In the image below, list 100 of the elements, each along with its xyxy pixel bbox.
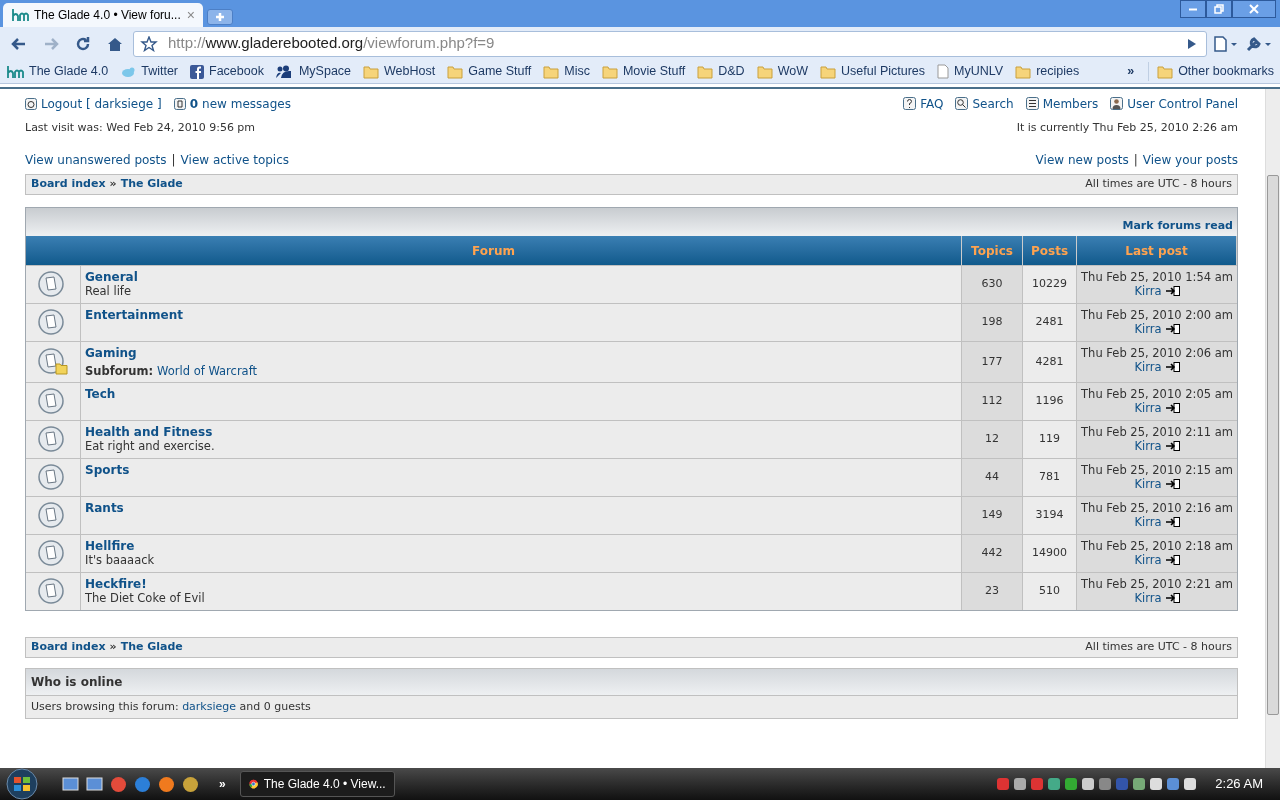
- tray-icon[interactable]: [1064, 777, 1079, 791]
- nav-link[interactable]: User Control Panel: [1110, 94, 1238, 113]
- table-cell: 44: [962, 458, 1023, 496]
- breadcrumb-link[interactable]: Board index: [31, 176, 106, 193]
- last-post-date: Thu Feb 25, 2010 2:18 am: [1081, 539, 1233, 553]
- breadcrumb-link[interactable]: The Glade: [120, 176, 183, 193]
- tray-icon[interactable]: [1166, 777, 1181, 791]
- breadcrumb-link[interactable]: The Glade: [120, 639, 183, 656]
- last-post-icon[interactable]: [1165, 324, 1180, 334]
- user-link[interactable]: Kirra: [1134, 322, 1162, 336]
- forum-link[interactable]: General: [85, 270, 138, 284]
- table-cell: 119: [1023, 420, 1077, 458]
- quick-link[interactable]: View your posts: [1142, 151, 1238, 169]
- user-link[interactable]: Kirra: [1134, 477, 1162, 491]
- user-link[interactable]: Kirra: [1134, 284, 1162, 298]
- breadcrumb-separator: »: [109, 639, 117, 656]
- breadcrumb-separator: »: [109, 176, 117, 193]
- browser-tab[interactable]: The Glade 4.0 • View foru... ×: [3, 3, 203, 27]
- facebook-icon: [190, 64, 205, 79]
- messages-link[interactable]: 0 new messages: [173, 94, 291, 113]
- quick-link[interactable]: View new posts: [1035, 151, 1129, 169]
- other-bookmarks[interactable]: Other bookmarks: [1148, 62, 1274, 81]
- last-post-icon[interactable]: [1165, 286, 1180, 296]
- last-post-icon[interactable]: [1165, 403, 1180, 413]
- quick-launch-icon[interactable]: [86, 775, 103, 793]
- tray-icon[interactable]: [1149, 777, 1164, 791]
- nav-link[interactable]: Search: [955, 94, 1014, 113]
- breadcrumb-link[interactable]: Board index: [31, 639, 106, 656]
- bookmark[interactable]: The Glade 4.0: [6, 62, 109, 81]
- last-post-icon[interactable]: [1165, 555, 1180, 565]
- online-users-text: Users browsing this forum: darksiege and 0 guests: [26, 695, 1237, 718]
- taskbar-window-button[interactable]: The Glade 4.0 • View...: [239, 771, 395, 797]
- user-link[interactable]: Kirra: [1134, 439, 1162, 453]
- user-link[interactable]: Kirra: [1134, 360, 1162, 374]
- bookmark[interactable]: MySpace: [275, 62, 352, 81]
- scrollbar-thumb[interactable]: [1267, 175, 1279, 715]
- logout-link[interactable]: Logout [ darksiege ]: [25, 94, 162, 113]
- bookmark[interactable]: Useful Pictures: [820, 62, 926, 81]
- address-bar[interactable]: http://www.gladerebooted.org/viewforum.php?f=9: [133, 30, 1207, 57]
- forum-description: Real life: [85, 284, 131, 298]
- bookmark[interactable]: D&D: [697, 62, 745, 81]
- new-tab-button[interactable]: [207, 9, 233, 25]
- quick-launch-overflow[interactable]: »: [219, 775, 226, 793]
- quick-launch-icon[interactable]: [110, 775, 127, 793]
- mark-forums-read-link[interactable]: Mark forums read: [1122, 217, 1233, 234]
- forum-link[interactable]: Gaming: [85, 346, 137, 360]
- message-icon: [173, 97, 186, 110]
- minimize-button[interactable]: [1180, 0, 1206, 18]
- restore-button[interactable]: [1206, 0, 1232, 18]
- link-divider: |: [1133, 152, 1138, 169]
- subforum-link[interactable]: World of Warcraft: [157, 364, 257, 378]
- forum-link[interactable]: Sports: [85, 463, 130, 477]
- nav-link[interactable]: FAQ: [903, 94, 944, 113]
- bookmark[interactable]: Facebook: [190, 62, 264, 81]
- forum-link[interactable]: Health and Fitness: [85, 425, 213, 439]
- logo-icon: [11, 8, 29, 22]
- tab-title: The Glade 4.0 • View foru...: [34, 7, 182, 24]
- close-button[interactable]: [1232, 0, 1276, 18]
- forum-link[interactable]: Hellfire: [85, 539, 135, 553]
- last-post-date: Thu Feb 25, 2010 2:05 am: [1081, 387, 1233, 401]
- right-arrow-icon: [43, 35, 59, 52]
- quick-link[interactable]: View active topics: [180, 151, 290, 169]
- bookmark[interactable]: WoW: [756, 62, 808, 81]
- forum-link[interactable]: Heckfire!: [85, 577, 147, 591]
- tray-icon[interactable]: [1183, 777, 1198, 791]
- forum-link[interactable]: Rants: [85, 501, 124, 515]
- last-post-icon[interactable]: [1165, 362, 1180, 372]
- last-post-icon[interactable]: [1165, 517, 1180, 527]
- quick-launch-icon[interactable]: [134, 775, 151, 793]
- quick-launch-icon[interactable]: [158, 775, 175, 793]
- last-post-icon[interactable]: [1165, 593, 1180, 603]
- table-cell: 3194: [1023, 496, 1077, 534]
- tray-icon[interactable]: [1132, 777, 1147, 791]
- bookmark[interactable]: Misc: [543, 62, 590, 81]
- forum-link[interactable]: Entertainment: [85, 308, 183, 322]
- last-post-icon[interactable]: [1165, 479, 1180, 489]
- bookmark[interactable]: MyUNLV: [937, 62, 1004, 81]
- user-link[interactable]: Kirra: [1134, 591, 1162, 605]
- user-link[interactable]: Kirra: [1134, 401, 1162, 415]
- quick-launch-icon[interactable]: [182, 775, 199, 793]
- table-cell: 112: [962, 382, 1023, 420]
- quick-launch-icon[interactable]: [62, 775, 79, 793]
- bookmark[interactable]: recipies: [1015, 62, 1080, 81]
- bookmark[interactable]: Twitter: [120, 62, 179, 81]
- user-link[interactable]: Kirra: [1134, 515, 1162, 529]
- nav-link[interactable]: Members: [1025, 94, 1099, 113]
- last-post-icon[interactable]: [1165, 441, 1180, 451]
- bookmarks-overflow-button[interactable]: »: [1127, 62, 1135, 81]
- bookmark[interactable]: Game Stuff: [447, 62, 532, 81]
- table-cell: 198: [962, 303, 1023, 341]
- forum-link[interactable]: Tech: [85, 387, 116, 401]
- user-link[interactable]: darksiege: [182, 700, 237, 713]
- bookmark[interactable]: WebHost: [363, 62, 436, 81]
- tray-icon[interactable]: [1081, 777, 1096, 791]
- user-link[interactable]: Kirra: [1134, 553, 1162, 567]
- bookmark[interactable]: Movie Stuff: [601, 62, 686, 81]
- tray-icon[interactable]: [1013, 777, 1028, 791]
- quick-link[interactable]: View unanswered posts: [25, 151, 167, 169]
- tray-icon[interactable]: [1047, 777, 1062, 791]
- search-icon: [955, 97, 969, 110]
